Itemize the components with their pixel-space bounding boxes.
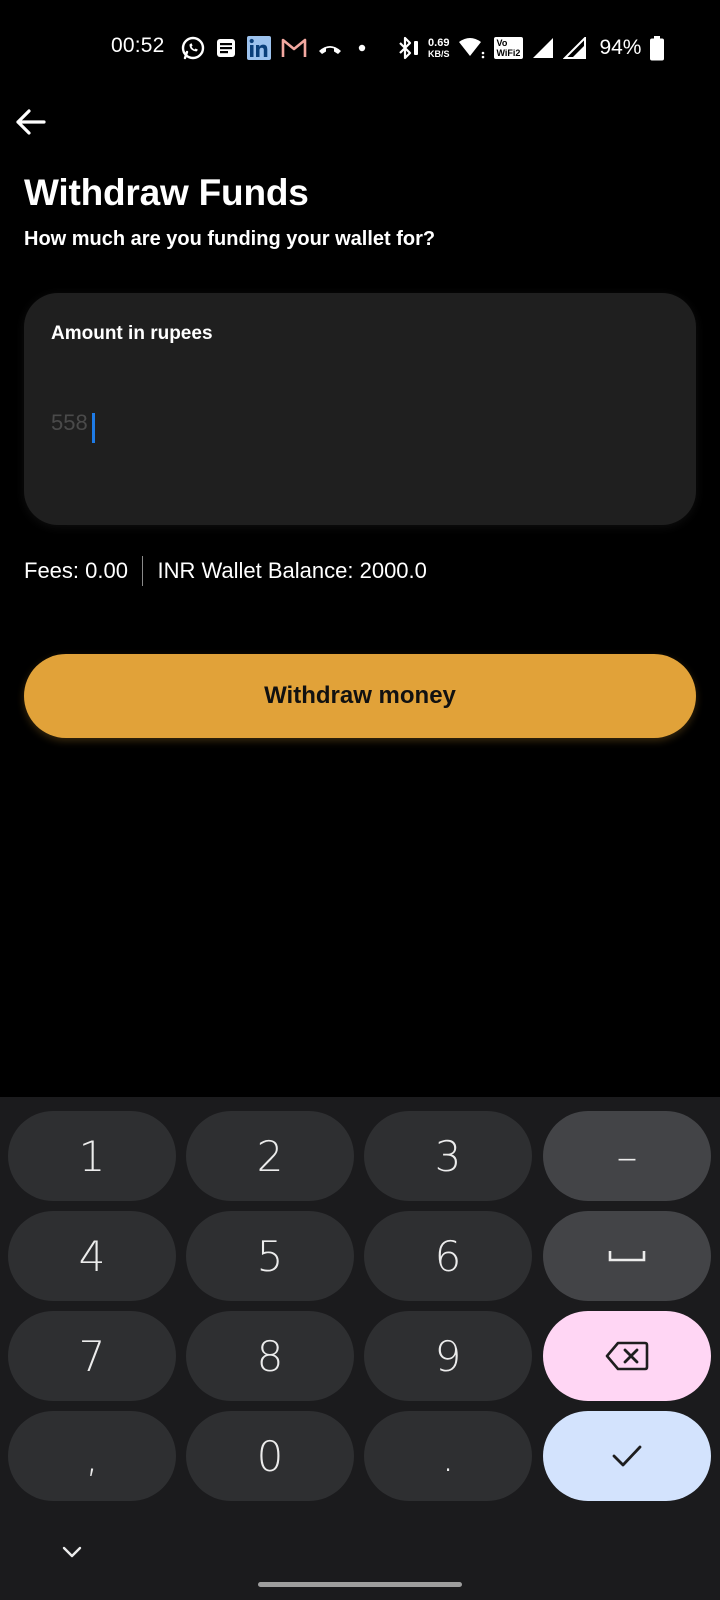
wifi-icon bbox=[458, 37, 486, 59]
dot-icon bbox=[353, 39, 371, 57]
wallet-balance-text: INR Wallet Balance: 2000.0 bbox=[157, 558, 427, 583]
key-space[interactable] bbox=[543, 1211, 711, 1301]
network-speed-unit: KB/S bbox=[428, 48, 450, 59]
space-icon bbox=[608, 1251, 646, 1262]
network-speed-value: 0.69 bbox=[428, 36, 450, 49]
amount-label: Amount in rupees bbox=[51, 323, 213, 344]
amount-card: Amount in rupees bbox=[24, 293, 696, 525]
bluetooth-icon bbox=[396, 35, 420, 61]
key-0[interactable]: 0 bbox=[186, 1411, 354, 1501]
fees-row: Fees: 0.00 INR Wallet Balance: 2000.0 bbox=[24, 556, 427, 586]
key-4[interactable]: 4 bbox=[8, 1211, 176, 1301]
battery-icon bbox=[649, 35, 665, 61]
signal-icon-2 bbox=[563, 37, 587, 59]
backspace-icon bbox=[605, 1341, 649, 1371]
key-2[interactable]: 2 bbox=[186, 1111, 354, 1201]
key-minus[interactable]: – bbox=[543, 1111, 711, 1201]
vowifi-icon: Vo WiFi2 bbox=[493, 37, 524, 59]
key-7[interactable]: 7 bbox=[8, 1311, 176, 1401]
gmail-icon bbox=[281, 37, 307, 59]
key-done[interactable] bbox=[543, 1411, 711, 1501]
page-title: Withdraw Funds bbox=[24, 172, 309, 213]
notification-icons bbox=[180, 34, 371, 62]
linkedin-icon bbox=[246, 35, 272, 61]
back-button[interactable] bbox=[12, 102, 48, 142]
withdraw-money-button[interactable]: Withdraw money bbox=[24, 654, 696, 738]
key-comma[interactable]: , bbox=[8, 1411, 176, 1501]
signal-icon-1 bbox=[531, 37, 555, 59]
whatsapp-icon bbox=[180, 35, 206, 61]
missed-call-icon bbox=[316, 38, 344, 58]
gesture-nav-handle[interactable] bbox=[258, 1582, 462, 1587]
key-9[interactable]: 9 bbox=[364, 1311, 532, 1401]
keyboard-collapse-button[interactable] bbox=[58, 1538, 86, 1566]
network-speed: 0.69 KB/S bbox=[428, 36, 450, 59]
vowifi-bottom: WiFi2 bbox=[496, 48, 521, 58]
arrow-left-icon bbox=[16, 109, 46, 135]
checkmark-icon bbox=[612, 1445, 642, 1467]
text-caret bbox=[92, 413, 95, 443]
key-1[interactable]: 1 bbox=[8, 1111, 176, 1201]
status-bar: 00:52 0.69 KB/S Vo WiFi2 94% bbox=[0, 0, 720, 96]
key-6[interactable]: 6 bbox=[364, 1211, 532, 1301]
message-icon bbox=[215, 37, 237, 59]
battery-percent: 94% bbox=[599, 36, 642, 59]
fees-text: Fees: 0.00 bbox=[24, 558, 128, 583]
system-icons: 0.69 KB/S Vo WiFi2 94% bbox=[396, 33, 665, 63]
key-backspace[interactable] bbox=[543, 1311, 711, 1401]
amount-input[interactable] bbox=[51, 403, 651, 443]
status-time: 00:52 bbox=[111, 34, 165, 57]
page-subtitle: How much are you funding your wallet for… bbox=[24, 228, 436, 250]
vowifi-top: Vo bbox=[496, 38, 508, 48]
key-3[interactable]: 3 bbox=[364, 1111, 532, 1201]
key-period[interactable]: . bbox=[364, 1411, 532, 1501]
key-8[interactable]: 8 bbox=[186, 1311, 354, 1401]
fees-divider bbox=[141, 556, 144, 586]
key-5[interactable]: 5 bbox=[186, 1211, 354, 1301]
chevron-down-icon bbox=[62, 1546, 82, 1558]
